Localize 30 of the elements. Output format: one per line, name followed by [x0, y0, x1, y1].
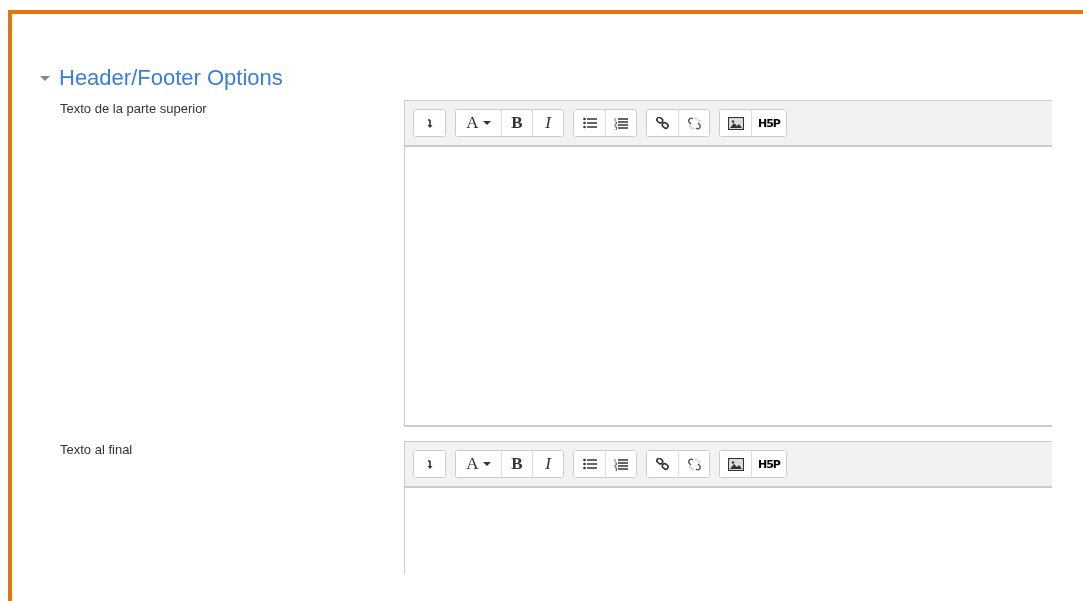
italic-button[interactable]: I: [532, 110, 563, 136]
section-heading[interactable]: Header/Footer Options: [59, 65, 283, 91]
link-icon: [656, 457, 669, 471]
text-editor[interactable]: A B I H5P: [404, 441, 1052, 574]
bullet-list-icon: [582, 458, 597, 470]
collapse-caret-icon[interactable]: [40, 75, 50, 81]
unlink-button[interactable]: [678, 110, 709, 136]
link-icon: [656, 116, 669, 130]
bullet-list-icon: [582, 117, 597, 129]
italic-button[interactable]: I: [532, 451, 563, 477]
field-label: Texto al final: [59, 441, 134, 459]
broken-link-icon: [687, 116, 701, 130]
numbered-list-icon: [614, 116, 628, 130]
broken-link-icon: [687, 457, 701, 471]
image-icon: [727, 116, 744, 130]
unlink-button[interactable]: [678, 451, 709, 477]
expand-button[interactable]: [414, 110, 445, 136]
h5p-button[interactable]: H5P: [751, 110, 786, 136]
numbered-list-icon: [614, 457, 628, 471]
numbers-button[interactable]: [605, 110, 636, 136]
text-editor[interactable]: A B I H5P: [404, 100, 1052, 427]
dropdown-caret-icon: [482, 462, 491, 466]
expand-button[interactable]: [414, 451, 445, 477]
expand-arrow-icon: [426, 117, 433, 129]
field-label: Texto de la parte superior: [59, 100, 208, 118]
h5p-button[interactable]: H5P: [751, 451, 786, 477]
image-icon: [727, 457, 744, 471]
expand-arrow-icon: [426, 458, 433, 470]
dropdown-caret-icon: [482, 121, 491, 125]
numbers-button[interactable]: [605, 451, 636, 477]
